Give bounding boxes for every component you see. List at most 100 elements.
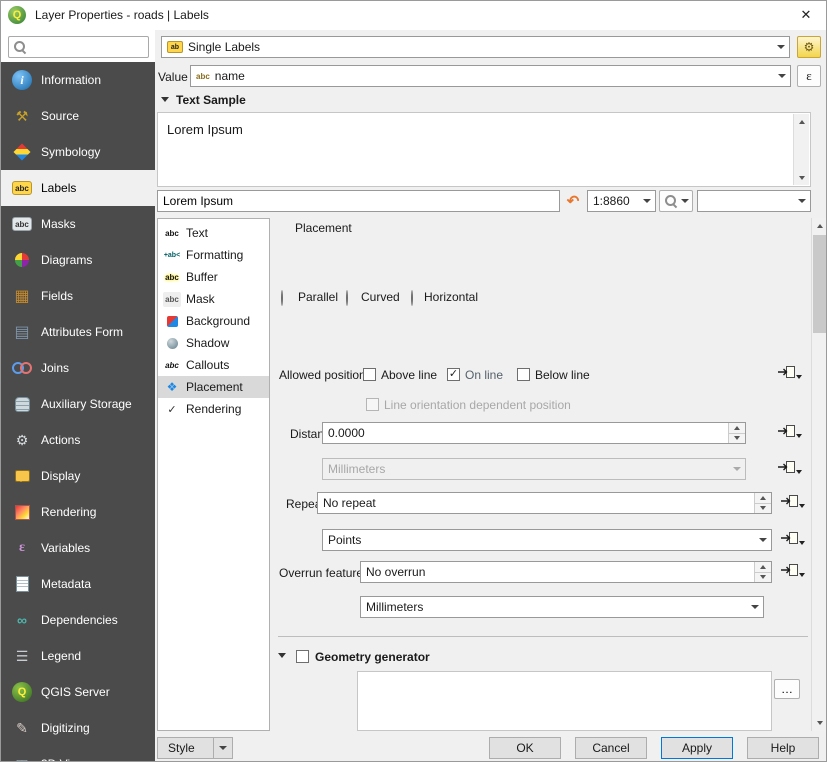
sidebar-item-metadata[interactable]: Metadata [0,566,155,602]
label-tab-placement[interactable]: ❖Placement [158,376,269,398]
diagrams-icon [12,250,32,270]
apply-button[interactable]: Apply [661,737,733,759]
data-defined-override-button[interactable] [780,492,806,514]
search-box[interactable] [8,36,149,58]
scroll-up-icon[interactable] [799,120,805,124]
data-defined-override-button[interactable] [777,458,803,480]
checkbox-above-line-label: Above line [381,369,437,382]
preview-background-combo[interactable] [697,190,811,212]
label-tab-text[interactable]: abcText [158,222,269,244]
sidebar-item-display[interactable]: Display [0,458,155,494]
chevron-down-icon [643,199,651,203]
sidebar-item-fields[interactable]: ▦Fields [0,278,155,314]
scroll-down-icon[interactable] [817,721,823,725]
sidebar-item-label: Information [41,73,101,87]
placement-panel-title: Placement [295,221,352,235]
label-tab-shadow[interactable]: Shadow [158,332,269,354]
preview-scale-combo[interactable]: 1:8860 [587,190,656,212]
sidebar-item-diagrams[interactable]: Diagrams [0,242,155,278]
spin-up-icon[interactable] [734,426,740,430]
preview-scrollbar[interactable] [793,114,809,185]
help-button[interactable]: Help [747,737,819,759]
repeat-value: No repeat [323,496,376,510]
label-tab-mask[interactable]: abcMask [158,288,269,310]
data-defined-override-button[interactable] [777,363,803,385]
ok-button[interactable]: OK [489,737,561,759]
sidebar-item-rendering[interactable]: Rendering [0,494,155,530]
geometry-generator-checkbox[interactable] [296,650,309,663]
label-tab-callouts[interactable]: abcCallouts [158,354,269,376]
data-defined-override-button[interactable] [777,422,803,444]
sidebar-item-joins[interactable]: Joins [0,350,155,386]
value-field-combo[interactable]: abc name [190,65,791,87]
sample-text-input[interactable] [157,190,560,212]
reset-sample-button[interactable]: ↶ [562,190,584,212]
spin-up-icon[interactable] [760,496,766,500]
label-tab-rendering[interactable]: ✓Rendering [158,398,269,420]
data-defined-override-button[interactable] [780,529,806,551]
sidebar-item-legend[interactable]: ☰Legend [0,638,155,674]
label-tab-background[interactable]: Background [158,310,269,332]
callouts-icon: abc [163,358,181,373]
sidebar-item-information[interactable]: iInformation [0,62,155,98]
overrun-units-combo[interactable]: Millimeters [360,596,764,618]
sidebar-item-labels[interactable]: abcLabels [0,170,155,206]
geometry-generator-more-button[interactable]: … [774,679,800,699]
sidebar-item-qgis-server[interactable]: QQGIS Server [0,674,155,710]
sidebar-item-dependencies[interactable]: ∞Dependencies [0,602,155,638]
search-input[interactable] [27,40,148,54]
overrun-feature-label: Overrun feature [279,567,363,580]
spin-down-icon[interactable] [760,506,766,510]
sidebar-item-actions[interactable]: ⚙Actions [0,422,155,458]
sidebar-item-3d-view[interactable]: ◳3D View [0,746,155,762]
overrun-spinbox[interactable]: No overrun [360,561,772,583]
distance-spinbox[interactable]: 0.0000 [322,422,746,444]
radio-parallel[interactable] [281,290,283,306]
repeat-units-combo[interactable]: Points [322,529,772,551]
label-tab-label: Buffer [186,270,218,284]
sidebar-item-masks[interactable]: abcMasks [0,206,155,242]
sidebar-item-source[interactable]: ⚒Source [0,98,155,134]
collapse-triangle-icon[interactable] [278,653,286,658]
label-tab-formatting[interactable]: +ab<Formatting [158,244,269,266]
sidebar-item-auxiliary-storage[interactable]: Auxiliary Storage [0,386,155,422]
rendering-icon [12,502,32,522]
placement-scrollbar[interactable] [811,218,827,731]
tab-rendering-icon: ✓ [163,402,181,417]
radio-horizontal[interactable] [411,290,413,306]
checkbox-above-line[interactable] [363,368,376,381]
magnifier-pointer-icon [664,194,678,208]
sidebar-item-digitizing[interactable]: ✎Digitizing [0,710,155,746]
scrollbar-thumb[interactable] [813,235,826,333]
sidebar-item-label: Rendering [41,505,96,519]
sidebar-item-symbology[interactable]: Symbology [0,134,155,170]
scroll-up-icon[interactable] [817,224,823,228]
collapse-triangle-icon[interactable] [161,97,169,102]
map-scale-tool-button[interactable] [659,190,693,212]
spin-down-icon[interactable] [760,575,766,579]
checkbox-on-line[interactable] [447,368,460,381]
data-defined-override-button[interactable] [780,561,806,583]
dropdown-caret-icon [799,541,805,545]
data-defined-icon [778,461,795,476]
close-button[interactable]: ✕ [793,3,819,27]
checkbox-below-line[interactable] [517,368,530,381]
radio-curved[interactable] [346,290,348,306]
apply-button-label: Apply [682,741,712,755]
label-tab-buffer[interactable]: abc Buffer [158,266,269,288]
sidebar-item-variables[interactable]: εVariables [0,530,155,566]
label-mode-combo[interactable]: ab Single Labels [161,36,790,58]
spin-down-icon[interactable] [734,436,740,440]
auto-placement-settings-button[interactable]: ⚙ [797,36,821,58]
geometry-generator-textarea[interactable] [357,671,772,731]
dropdown-caret-icon [796,375,802,379]
expression-builder-button[interactable]: ε [797,65,821,87]
sidebar-item-attributes-form[interactable]: ▤Attributes Form [0,314,155,350]
spin-up-icon[interactable] [760,565,766,569]
buffer-icon: abc [163,270,181,285]
placement-icon: ❖ [163,380,181,395]
cancel-button[interactable]: Cancel [575,737,647,759]
style-button[interactable]: Style [157,737,233,759]
scroll-down-icon[interactable] [799,176,805,180]
repeat-spinbox[interactable]: No repeat [317,492,772,514]
